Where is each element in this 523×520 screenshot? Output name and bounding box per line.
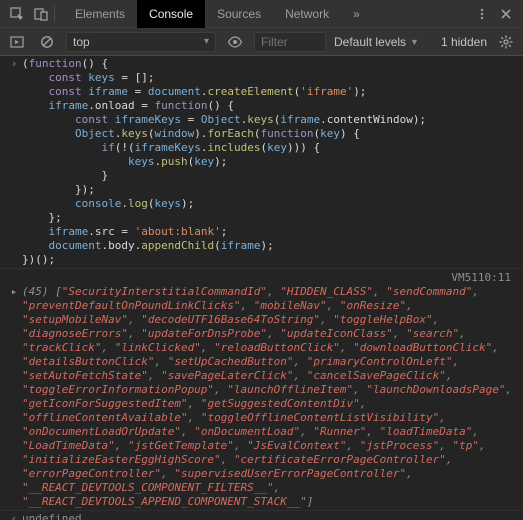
inspect-icon[interactable] bbox=[6, 3, 28, 25]
context-selector[interactable]: top bbox=[66, 32, 216, 52]
filter-input[interactable] bbox=[254, 32, 326, 52]
close-icon[interactable] bbox=[495, 3, 517, 25]
source-link-row: VM5110:11 bbox=[0, 269, 523, 284]
console-output-row: ▸ (45) ["SecurityInterstitialCommandId",… bbox=[0, 284, 523, 511]
return-row: ‹ undefined bbox=[0, 511, 523, 520]
chevron-down-icon: ▼ bbox=[410, 37, 419, 47]
source-link[interactable]: VM5110:11 bbox=[451, 271, 515, 284]
tab-sources[interactable]: Sources bbox=[205, 0, 273, 28]
toolbar-divider bbox=[54, 6, 55, 22]
eye-icon[interactable] bbox=[224, 31, 246, 53]
clear-icon[interactable] bbox=[36, 31, 58, 53]
console-input-row: › (function() { const keys = []; const i… bbox=[0, 56, 523, 269]
tab-elements[interactable]: Elements bbox=[63, 0, 137, 28]
devtools-toolbar: Elements Console Sources Network » bbox=[0, 0, 523, 28]
tab-console[interactable]: Console bbox=[137, 0, 205, 28]
hidden-count[interactable]: 1 hidden bbox=[441, 35, 487, 49]
more-icon[interactable] bbox=[471, 3, 493, 25]
output-array[interactable]: (45) ["SecurityInterstitialCommandId", "… bbox=[22, 285, 519, 509]
code-content[interactable]: (function() { const keys = []; const ifr… bbox=[22, 57, 519, 267]
gear-icon[interactable] bbox=[495, 31, 517, 53]
log-levels[interactable]: Default levels ▼ bbox=[334, 35, 419, 49]
tab-network[interactable]: Network bbox=[273, 0, 341, 28]
console-subbar: top Default levels ▼ 1 hidden bbox=[0, 28, 523, 56]
panel-tabs: Elements Console Sources Network » bbox=[63, 0, 372, 28]
log-levels-label: Default levels bbox=[334, 35, 406, 49]
tab-overflow[interactable]: » bbox=[341, 0, 372, 28]
return-marker: ‹ bbox=[6, 512, 22, 520]
step-icon[interactable] bbox=[6, 31, 28, 53]
console-body: › (function() { const keys = []; const i… bbox=[0, 56, 523, 520]
device-toggle-icon[interactable] bbox=[30, 3, 52, 25]
input-marker: › bbox=[6, 57, 22, 267]
return-value: undefined bbox=[22, 512, 82, 520]
expand-toggle[interactable]: ▸ bbox=[6, 285, 22, 299]
